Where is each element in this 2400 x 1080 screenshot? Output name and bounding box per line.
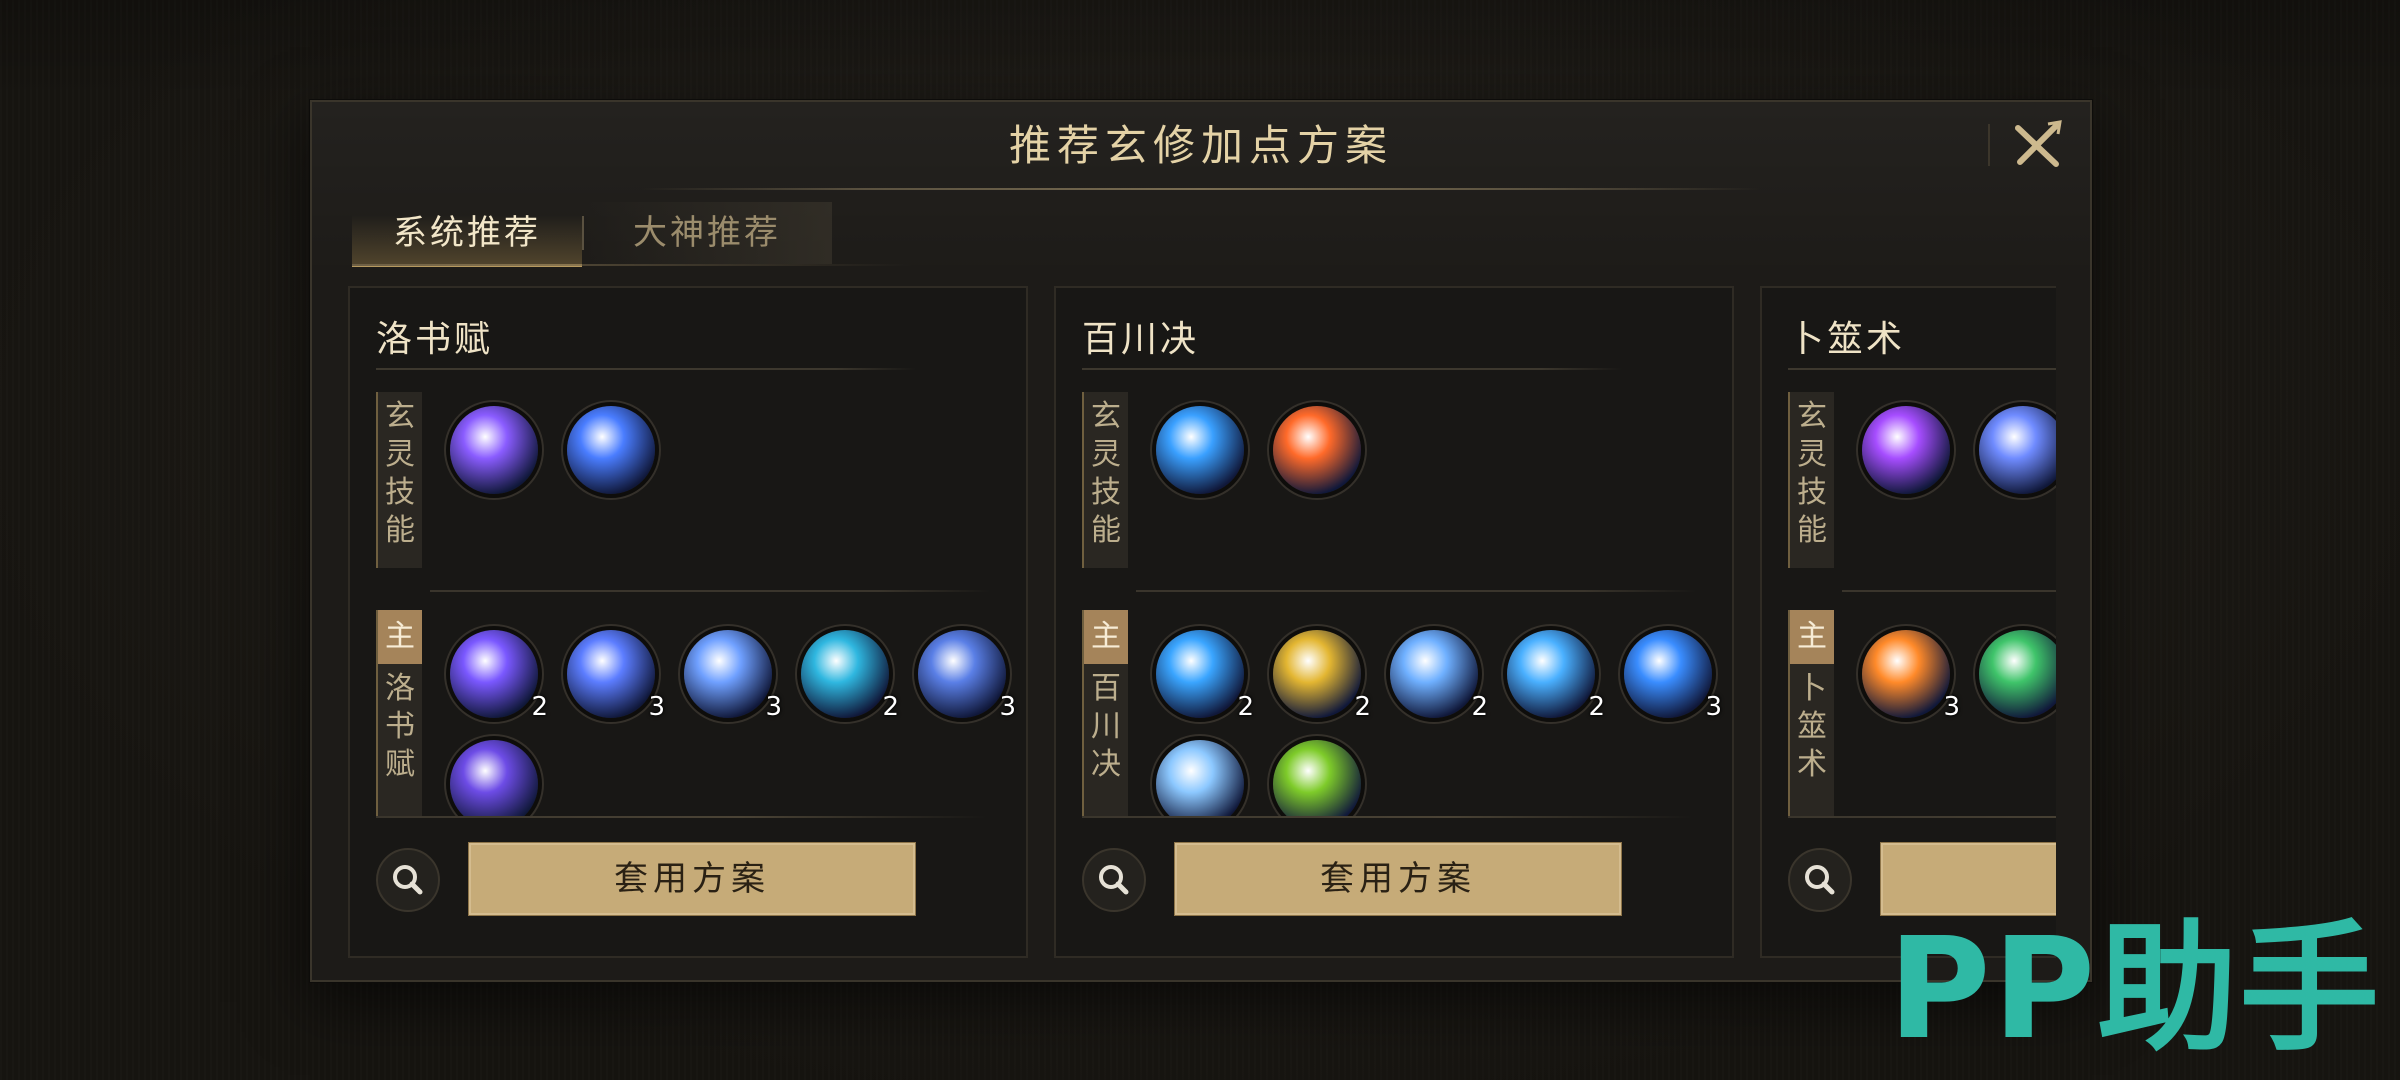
blue-slash-icon[interactable]: 3 [567,630,665,722]
blue-flash-icon[interactable] [1979,406,2056,494]
plan-card: 百川决玄灵技能主百川决 2 2 2 2 3 套用方案 [1054,286,1734,958]
flame-claw-icon[interactable]: 3 [1862,630,1960,722]
tab-expert-recommend[interactable]: 大神推荐 [582,202,832,264]
wolf-head-icon[interactable] [1156,406,1244,494]
skill-level: 3 [999,692,1016,722]
bottom-divider [376,816,986,818]
violet-beam-icon[interactable] [450,740,538,816]
skill-level: 2 [1588,692,1605,722]
green-talisman-icon[interactable]: 1 [1979,630,2056,718]
plan-cards: 洛书赋玄灵技能主洛书赋 2 3 3 2 3 套用方案 百川决玄灵技能主百川决 2 2 2 2 3 套用方案… [348,286,2056,962]
plan-card: 洛书赋玄灵技能主洛书赋 2 3 3 2 3 套用方案 [348,286,1028,958]
blue-chain-icon[interactable]: 3 [918,630,1016,722]
dialog-title: 推荐玄修加点方案 [1008,121,1393,170]
close-button[interactable] [2008,114,2068,174]
recommend-plan-dialog: 推荐玄修加点方案 系统推荐 大神推荐 洛书赋玄灵技能主洛书赋 2 3 3 2 3 套用方案百… [310,100,2092,982]
skill-level: 3 [765,692,782,722]
close-icon [2015,120,2062,167]
skill-level: 2 [1237,692,1254,722]
magnifier-icon [393,865,423,895]
skill-area: 2 3 3 2 3 [350,288,1026,816]
purple-orb-icon[interactable] [1862,406,1950,494]
skill-area: 31 [1762,288,2056,816]
background-fade [0,0,2400,100]
skill-level: 2 [531,692,548,722]
bottom-divider [1788,816,2056,818]
magnifier-icon [1805,865,1835,895]
search-button[interactable] [1788,848,1852,912]
bottom-divider [1082,816,1692,818]
plan-card: 卜筮术玄灵技能主卜筮术31套 [1760,286,2056,958]
search-button[interactable] [376,848,440,912]
tab-bar: 系统推荐 大神推荐 [352,202,852,267]
ice-crystal-icon[interactable]: 2 [1507,630,1605,722]
close-separator [1988,124,1990,166]
water-wave-icon[interactable]: 3 [1624,630,1722,722]
ice-dragon-icon[interactable]: 2 [1156,630,1254,722]
green-seal-icon[interactable] [1273,740,1361,816]
blue-comet-icon[interactable] [567,406,655,494]
search-button[interactable] [1082,848,1146,912]
ice-blade-icon[interactable] [1156,740,1244,816]
magnifier-icon [1099,865,1129,895]
apply-plan-button[interactable]: 套用方案 [1174,842,1622,916]
skill-level: 3 [1943,692,1960,722]
skill-level: 2 [1471,692,1488,722]
white-burst-icon[interactable]: 3 [684,630,782,722]
skill-area: 2 2 2 2 3 [1056,288,1732,816]
skill-level: 3 [1705,692,1722,722]
title-divider [642,188,1760,190]
purple-lightning-orb-icon[interactable] [450,406,538,494]
purple-vortex-icon[interactable]: 2 [450,630,548,722]
tab-system-recommend[interactable]: 系统推荐 [352,202,582,267]
apply-plan-button[interactable]: 套 [1880,842,2056,916]
skill-level: 2 [882,692,899,722]
golden-bell-icon[interactable]: 2 [1273,630,1371,722]
skill-level: 2 [1354,692,1371,722]
cyan-spiral-icon[interactable]: 2 [801,630,899,722]
watermark-logo: PP助手 [1888,908,2382,1071]
apply-plan-button[interactable]: 套用方案 [468,842,916,916]
fire-swirl-icon[interactable] [1273,406,1361,494]
skill-level: 3 [648,692,665,722]
tabs-underline [352,264,912,266]
crescent-moon-icon[interactable]: 2 [1390,630,1488,722]
